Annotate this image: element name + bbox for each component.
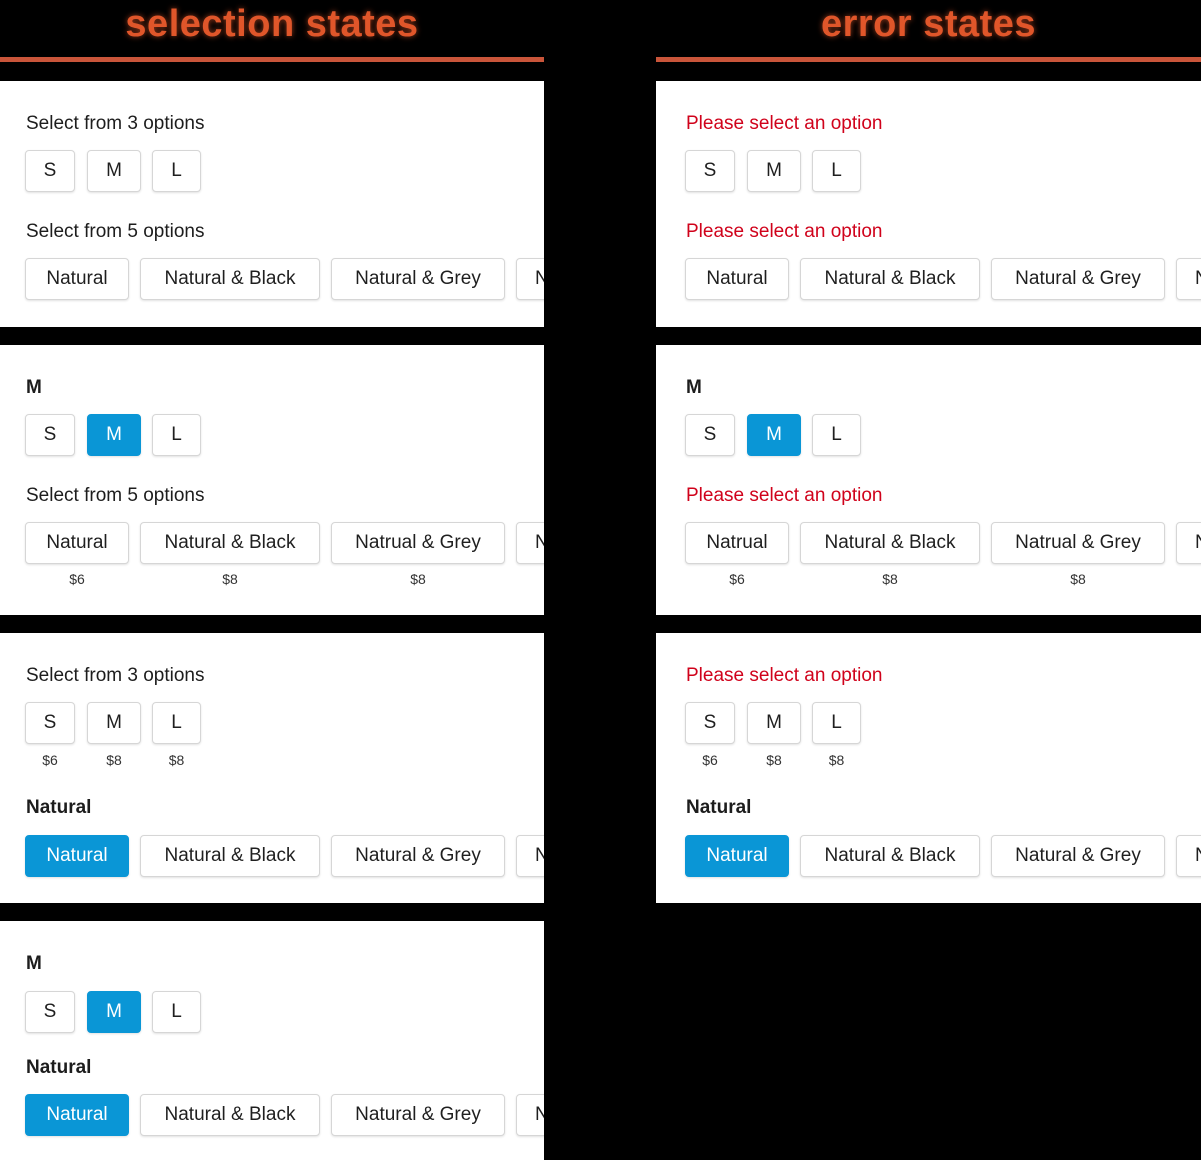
size-option-l[interactable]: L bbox=[812, 150, 861, 192]
size-option-s[interactable]: S bbox=[25, 702, 75, 744]
color-label: Natural bbox=[26, 1057, 92, 1078]
color-label: Select from 5 options bbox=[26, 485, 205, 506]
selection-states-heading: selection states bbox=[125, 3, 419, 45]
size-option-s[interactable]: S bbox=[685, 702, 735, 744]
size-option-m[interactable]: M bbox=[747, 150, 801, 192]
size-price: $8 bbox=[828, 752, 845, 768]
size-option-m[interactable]: M bbox=[747, 702, 801, 744]
color-option-natural-selected[interactable]: Natural bbox=[25, 835, 129, 877]
color-option-natural-black[interactable]: Natural & Black bbox=[140, 835, 320, 877]
color-option-clipped[interactable]: N bbox=[516, 1094, 544, 1136]
error-panel-size-selected: M S M L Please select an option Natrual … bbox=[656, 345, 1201, 615]
size-option-m-selected[interactable]: M bbox=[87, 991, 141, 1033]
size-option-s[interactable]: S bbox=[25, 414, 75, 456]
color-option-natural-black[interactable]: Natural & Black bbox=[140, 522, 320, 564]
color-option-natural[interactable]: Natrual bbox=[685, 522, 789, 564]
color-label: Natural bbox=[686, 797, 752, 818]
size-label: Select from 3 options bbox=[26, 113, 205, 134]
size-price: $8 bbox=[168, 752, 185, 768]
color-option-natural-grey[interactable]: Natrual & Grey bbox=[331, 522, 505, 564]
color-option-clipped[interactable]: N bbox=[1176, 835, 1201, 877]
size-price: $6 bbox=[702, 752, 718, 768]
color-price: $8 bbox=[410, 571, 426, 587]
color-option-natural-grey[interactable]: Natural & Grey bbox=[991, 835, 1165, 877]
color-option-natural-selected[interactable]: Natural bbox=[25, 1094, 129, 1136]
color-option-natural-grey[interactable]: Natural & Grey bbox=[331, 1094, 505, 1136]
color-price: $8 bbox=[222, 571, 238, 587]
size-option-m[interactable]: M bbox=[87, 150, 141, 192]
color-error-message: Please select an option bbox=[686, 221, 883, 242]
size-option-l[interactable]: L bbox=[152, 702, 201, 744]
color-option-natural[interactable]: Natural bbox=[25, 522, 129, 564]
error-states-rule bbox=[656, 57, 1201, 62]
size-option-l[interactable]: L bbox=[152, 991, 201, 1033]
error-panel-no-selection: Please select an option S M L Please sel… bbox=[656, 81, 1201, 327]
color-option-natural-grey[interactable]: Natural & Grey bbox=[331, 258, 505, 300]
color-option-natural-black[interactable]: Natural & Black bbox=[800, 258, 980, 300]
selection-panel-size-selected-color-prices: M S M L Select from 5 options Natural Na… bbox=[0, 345, 544, 615]
color-label: Select from 5 options bbox=[26, 221, 205, 242]
size-option-m-selected[interactable]: M bbox=[87, 414, 141, 456]
size-option-l[interactable]: L bbox=[152, 414, 201, 456]
size-label: M bbox=[26, 953, 42, 974]
color-option-clipped[interactable]: N bbox=[516, 258, 544, 300]
color-option-clipped[interactable]: N bbox=[516, 522, 544, 564]
size-option-l[interactable]: L bbox=[812, 414, 861, 456]
size-price: $8 bbox=[106, 752, 122, 768]
size-option-s[interactable]: S bbox=[685, 150, 735, 192]
color-price: $8 bbox=[882, 571, 898, 587]
color-option-clipped[interactable]: N bbox=[1176, 522, 1201, 564]
color-error-message: Please select an option bbox=[686, 485, 883, 506]
color-option-natural-grey[interactable]: Natural & Grey bbox=[331, 835, 505, 877]
color-option-natural-selected[interactable]: Natural bbox=[685, 835, 789, 877]
size-option-s[interactable]: S bbox=[25, 991, 75, 1033]
size-price: $8 bbox=[766, 752, 782, 768]
color-option-natural-black[interactable]: Natural & Black bbox=[140, 1094, 320, 1136]
size-label: M bbox=[686, 377, 702, 398]
size-option-l[interactable]: L bbox=[152, 150, 201, 192]
color-option-natural[interactable]: Natural bbox=[685, 258, 789, 300]
color-option-clipped[interactable]: N bbox=[1176, 258, 1201, 300]
selection-states-rule bbox=[0, 57, 544, 62]
color-label: Natural bbox=[26, 797, 92, 818]
size-price: $6 bbox=[42, 752, 58, 768]
color-option-clipped[interactable]: N bbox=[516, 835, 544, 877]
color-option-natural-grey[interactable]: Natrual & Grey bbox=[991, 522, 1165, 564]
color-price: $6 bbox=[69, 571, 85, 587]
size-option-l[interactable]: L bbox=[812, 702, 861, 744]
color-option-natural-black[interactable]: Natural & Black bbox=[800, 522, 980, 564]
size-option-s[interactable]: S bbox=[685, 414, 735, 456]
size-option-m[interactable]: M bbox=[87, 702, 141, 744]
error-panel-color-selected: Please select an option S M L $6 $8 $8 N… bbox=[656, 633, 1201, 903]
selection-panel-no-selection: Select from 3 options S M L Select from … bbox=[0, 81, 544, 327]
size-option-s[interactable]: S bbox=[25, 150, 75, 192]
color-option-natural-black[interactable]: Natural & Black bbox=[140, 258, 320, 300]
color-price: $8 bbox=[1070, 571, 1086, 587]
color-option-natural-black[interactable]: Natural & Black bbox=[800, 835, 980, 877]
selection-panel-both-selected: M S M L Natural Natural Natural & Black … bbox=[0, 921, 544, 1160]
color-option-natural-grey[interactable]: Natural & Grey bbox=[991, 258, 1165, 300]
color-price: $6 bbox=[729, 571, 745, 587]
size-label: M bbox=[26, 377, 42, 398]
error-states-heading: error states bbox=[820, 3, 1037, 45]
size-label: Select from 3 options bbox=[26, 665, 205, 686]
selection-panel-color-selected-size-prices: Select from 3 options S M L $6 $8 $8 Nat… bbox=[0, 633, 544, 903]
color-option-natural[interactable]: Natural bbox=[25, 258, 129, 300]
size-option-m-selected[interactable]: M bbox=[747, 414, 801, 456]
size-error-message: Please select an option bbox=[686, 665, 883, 686]
size-error-message: Please select an option bbox=[686, 113, 883, 134]
